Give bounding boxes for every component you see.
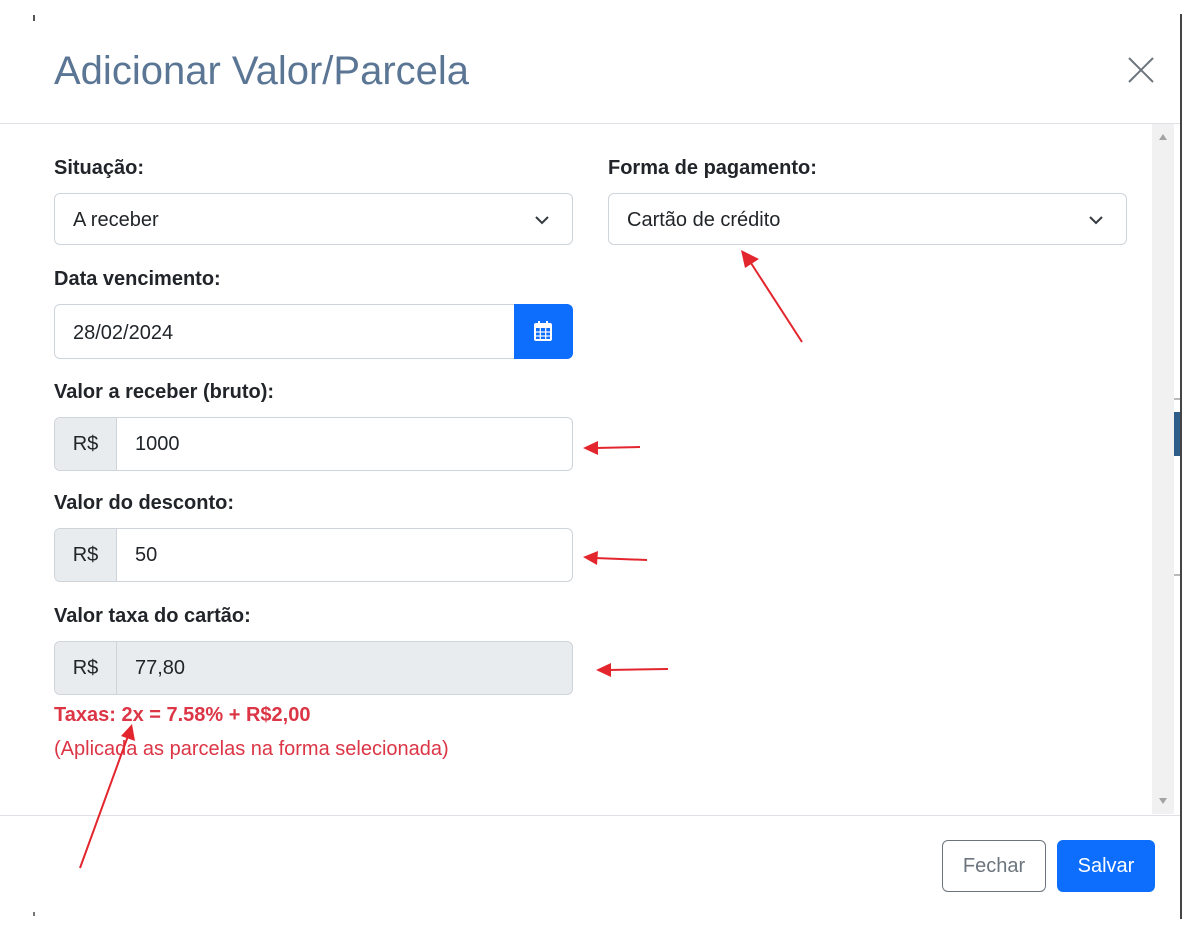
modal-title: Adicionar Valor/Parcela — [54, 49, 470, 93]
valor-bruto-value: 1000 — [135, 433, 180, 455]
currency-prefix: R$ — [55, 642, 117, 694]
taxas-note-text: (Aplicada as parcelas na forma seleciona… — [54, 738, 449, 760]
valor-bruto-input-group[interactable]: R$ 1000 — [54, 417, 573, 471]
chevron-down-icon — [535, 216, 549, 225]
modal-dialog: Adicionar Valor/Parcela Situação: A rece… — [0, 0, 1197, 930]
currency-prefix: R$ — [55, 529, 117, 581]
save-button[interactable]: Salvar — [1057, 840, 1155, 892]
taxas-info-text: Taxas: 2x = 7.58% + R$2,00 — [54, 704, 311, 726]
close-button[interactable] — [1123, 52, 1159, 88]
background-page-line — [1174, 574, 1180, 576]
valor-bruto-label: Valor a receber (bruto): — [54, 381, 275, 403]
scroll-up-arrow-icon[interactable] — [1159, 134, 1167, 140]
valor-desconto-input-group[interactable]: R$ 50 — [54, 528, 573, 582]
scroll-down-arrow-icon[interactable] — [1159, 798, 1167, 804]
forma-pagamento-selected-value: Cartão de crédito — [627, 209, 781, 231]
close-icon — [1128, 57, 1154, 83]
modal-scrollbar[interactable] — [1152, 124, 1174, 814]
data-vencimento-value: 28/02/2024 — [73, 322, 174, 344]
background-page-line — [1174, 398, 1180, 400]
calendar-button[interactable] — [514, 304, 573, 359]
background-page-strip — [1174, 412, 1180, 456]
valor-desconto-value: 50 — [135, 544, 158, 566]
calendar-icon — [534, 321, 552, 341]
data-vencimento-label: Data vencimento: — [54, 268, 221, 290]
modal-right-edge — [1180, 14, 1182, 919]
situacao-label: Situação: — [54, 157, 145, 179]
forma-pagamento-label: Forma de pagamento: — [608, 157, 817, 179]
valor-taxa-label: Valor taxa do cartão: — [54, 605, 251, 627]
situacao-select[interactable]: A receber — [54, 193, 573, 245]
valor-taxa-value: 77,80 — [135, 657, 186, 679]
modal-header: Adicionar Valor/Parcela — [0, 0, 1180, 124]
close-modal-button[interactable]: Fechar — [942, 840, 1046, 892]
forma-pagamento-select[interactable]: Cartão de crédito — [608, 193, 1127, 245]
situacao-selected-value: A receber — [73, 209, 159, 231]
chevron-down-icon — [1089, 216, 1103, 225]
currency-prefix: R$ — [55, 418, 117, 470]
valor-desconto-label: Valor do desconto: — [54, 492, 235, 514]
data-vencimento-input[interactable]: 28/02/2024 — [54, 304, 515, 359]
valor-taxa-input-group: R$ 77,80 — [54, 641, 573, 695]
